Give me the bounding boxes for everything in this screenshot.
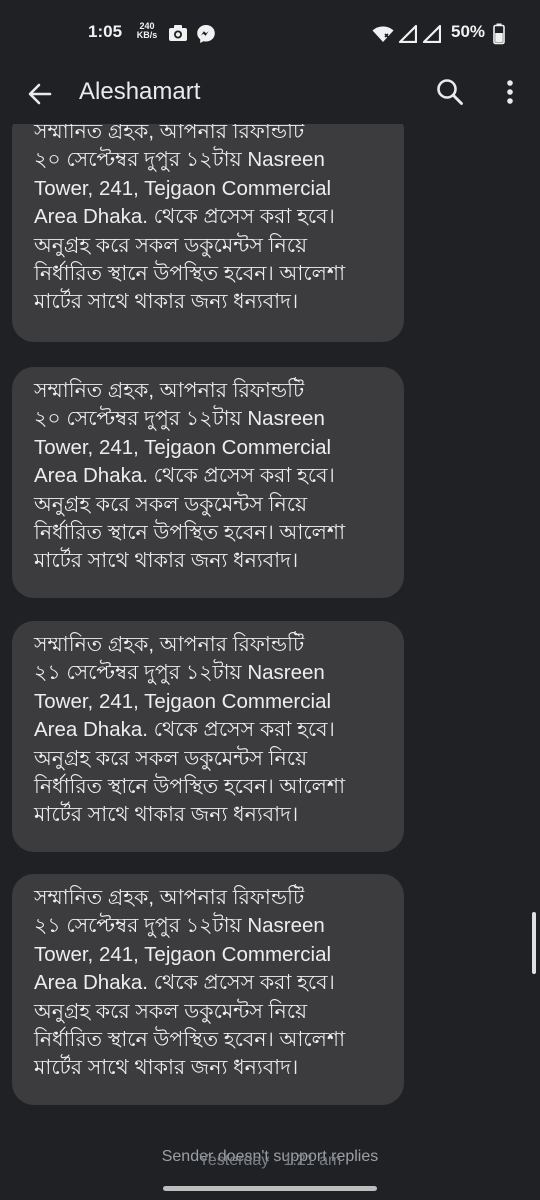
more-options-button[interactable]	[496, 76, 524, 112]
app-bar: Aleshamart	[0, 64, 540, 124]
status-time: 1:05	[88, 22, 123, 41]
network-speed: 240 KB/s	[136, 21, 158, 40]
wifi-icon	[372, 25, 394, 47]
back-button[interactable]	[24, 78, 56, 110]
search-button[interactable]	[434, 76, 466, 108]
message-timestamp: Yesterday · 1:21 am	[198, 1152, 342, 1169]
message-list[interactable]: সম্মানিত গ্রহক, আপনার রিফান্ডটি ২০ সেপ্ট…	[0, 124, 540, 1134]
arrow-back-icon	[28, 83, 52, 105]
home-indicator[interactable]	[163, 1186, 377, 1191]
search-icon	[437, 79, 463, 105]
messenger-icon	[196, 24, 216, 48]
message-bubble[interactable]: সম্মানিত গ্রহক, আপনার রিফান্ডটি ২০ সেপ্ট…	[12, 367, 404, 598]
more-vert-icon	[507, 80, 513, 104]
battery-icon	[493, 23, 505, 49]
message-bubble[interactable]: সম্মানিত গ্রহক, আপনার রিফান্ডটি ২১ সেপ্ট…	[12, 874, 404, 1105]
camera-icon	[168, 24, 188, 46]
battery-percent: 50%	[451, 22, 486, 41]
conversation-title: Aleshamart	[79, 78, 201, 105]
message-bubble[interactable]: সম্মানিত গ্রহক, আপনার রিফান্ডটি ২১ সেপ্ট…	[12, 621, 404, 852]
signal-icon	[397, 24, 418, 47]
scrollbar[interactable]	[532, 912, 536, 974]
status-bar: 1:05 240 KB/s 50%	[0, 0, 540, 64]
message-bubble[interactable]: সম্মানিত গ্রহক, আপনার রিফান্ডটি ২০ সেপ্ট…	[12, 124, 404, 342]
signal-icon-2	[421, 24, 442, 47]
